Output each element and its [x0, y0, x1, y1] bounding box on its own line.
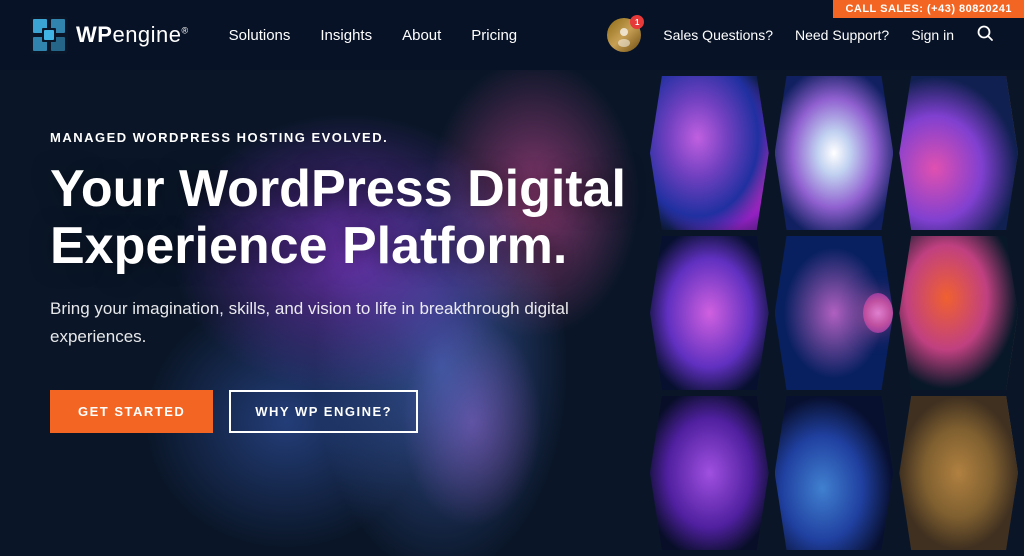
sales-questions-link[interactable]: Sales Questions?: [663, 27, 773, 43]
hero-buttons: GET STARTED WHY WP ENGINE?: [50, 390, 670, 433]
hero-section: MANAGED WORDPRESS HOSTING EVOLVED. Your …: [0, 70, 1024, 556]
sign-in-link[interactable]: Sign in: [911, 27, 954, 43]
hex-cell-6: [899, 236, 1018, 390]
hex-cell-3: [899, 76, 1018, 230]
wpengine-logo-icon: [30, 16, 68, 54]
avatar-wrap[interactable]: 1: [607, 18, 641, 52]
need-support-link[interactable]: Need Support?: [795, 27, 889, 43]
hero-content: MANAGED WORDPRESS HOSTING EVOLVED. Your …: [50, 130, 670, 433]
top-banner: CALL SALES: (+43) 80820241: [833, 0, 1024, 18]
hero-subtitle: Bring your imagination, skills, and visi…: [50, 295, 610, 349]
logo-text: WPengine®: [76, 22, 189, 48]
nav-link-insights[interactable]: Insights: [320, 27, 372, 44]
notification-badge: 1: [630, 15, 644, 29]
why-wp-engine-button[interactable]: WHY WP ENGINE?: [229, 390, 418, 433]
nav-right: 1 Sales Questions? Need Support? Sign in: [607, 18, 994, 52]
hex-cell-5: [775, 236, 894, 390]
nav-link-pricing[interactable]: Pricing: [471, 27, 517, 44]
hex-cell-9: [899, 396, 1018, 550]
get-started-button[interactable]: GET STARTED: [50, 390, 213, 433]
nav-link-solutions[interactable]: Solutions: [229, 27, 291, 44]
hero-title: Your WordPress Digital Experience Platfo…: [50, 161, 670, 275]
hero-hex-grid: [644, 70, 1024, 556]
nav-links: Solutions Insights About Pricing: [229, 27, 608, 44]
nav-link-about[interactable]: About: [402, 27, 441, 44]
hex-cell-8: [775, 396, 894, 550]
hero-eyebrow: MANAGED WORDPRESS HOSTING EVOLVED.: [50, 130, 670, 145]
logo[interactable]: WPengine®: [30, 16, 189, 54]
hex-cell-2: [775, 76, 894, 230]
search-icon[interactable]: [976, 24, 994, 47]
